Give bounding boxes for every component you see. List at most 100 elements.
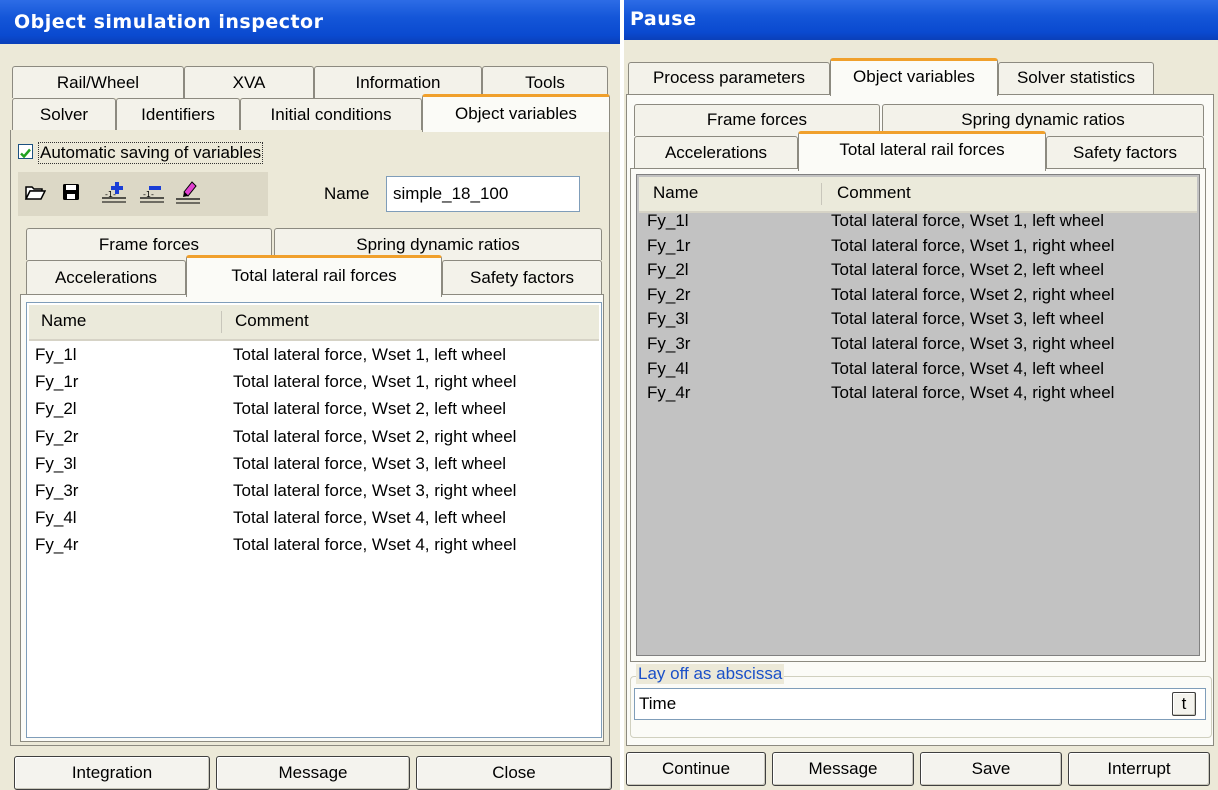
autosave-checkbox-row[interactable]: Automatic saving of variables — [16, 140, 336, 166]
variable-comment: Total lateral force, Wset 3, right wheel — [233, 481, 517, 500]
integration-button[interactable]: Integration — [14, 756, 210, 790]
column-separator[interactable] — [821, 183, 822, 205]
subtab-total-lateral-rail-forces[interactable]: Total lateral rail forces — [186, 255, 442, 297]
tab-object-variables[interactable]: Object variables — [830, 58, 998, 96]
list-item[interactable]: Fy_3l Total lateral force, Wset 3, left w… — [637, 309, 1199, 334]
tab-solver-statistics[interactable]: Solver statistics — [998, 62, 1154, 94]
pause-window: Pause Process parameters Object variable… — [624, 0, 1218, 790]
svg-text:-1-: -1- — [143, 190, 154, 199]
list-header: Name Comment — [639, 177, 1197, 213]
variable-name: Fy_2r — [35, 426, 79, 446]
variables-toolbar: -1- -1- — [18, 172, 268, 216]
variable-comment: Total lateral force, Wset 1, right wheel — [831, 235, 1115, 255]
variable-comment: Total lateral force, Wset 1, left wheel — [831, 211, 1105, 230]
column-header-name[interactable]: Name — [41, 311, 86, 331]
variable-name: Fy_3r — [647, 334, 691, 353]
tab-rail-wheel[interactable]: Rail/Wheel — [12, 66, 184, 98]
tab-initial-conditions[interactable]: Initial conditions — [240, 98, 422, 130]
variable-name: Fy_1l — [647, 211, 689, 230]
tab-xva[interactable]: XVA — [184, 66, 314, 98]
list-item[interactable]: Fy_1r Total lateral force, Wset 1, right … — [27, 372, 601, 399]
variable-name: Fy_3l — [647, 309, 689, 329]
list-item[interactable]: Fy_1l Total lateral force, Wset 1, left w… — [27, 345, 601, 372]
list-item[interactable]: Fy_2r Total lateral force, Wset 2, right … — [27, 427, 601, 454]
list-header: Name Comment — [29, 305, 599, 341]
variable-comment: Total lateral force, Wset 2, right wheel — [831, 284, 1115, 304]
list-item[interactable]: Fy_1l Total lateral force, Wset 1, left w… — [637, 211, 1199, 236]
save-icon[interactable] — [60, 182, 82, 204]
variable-name: Fy_4l — [35, 508, 77, 528]
subtab-safety-factors[interactable]: Safety factors — [1046, 136, 1204, 168]
variables-list[interactable]: Name Comment Fy_1l Total lateral force, W… — [636, 174, 1200, 656]
variable-name: Fy_1r — [35, 372, 79, 392]
tab-process-parameters[interactable]: Process parameters — [628, 62, 830, 94]
variable-comment: Total lateral force, Wset 4, right wheel — [233, 535, 517, 555]
variable-comment: Total lateral force, Wset 4, left wheel — [233, 508, 507, 528]
variable-comment: Total lateral force, Wset 3, left wheel — [233, 453, 507, 473]
subtab-accelerations[interactable]: Accelerations — [26, 260, 186, 294]
column-header-comment[interactable]: Comment — [235, 311, 309, 331]
variable-name: Fy_2l — [647, 260, 689, 280]
list-item[interactable]: Fy_4l Total lateral force, Wset 4, left w… — [637, 359, 1199, 384]
column-header-name[interactable]: Name — [653, 183, 698, 203]
variable-name: Fy_4r — [647, 383, 691, 403]
abscissa-select-button[interactable]: t — [1172, 692, 1196, 716]
interrupt-button[interactable]: Interrupt — [1068, 752, 1210, 786]
variable-comment: Total lateral force, Wset 1, right wheel — [233, 372, 517, 392]
abscissa-label: Lay off as abscissa — [636, 664, 785, 684]
column-header-comment[interactable]: Comment — [837, 183, 911, 203]
checkmark-icon — [20, 148, 31, 159]
tab-object-variables[interactable]: Object variables — [422, 94, 610, 132]
variable-name: Fy_2l — [35, 399, 77, 419]
list-item[interactable]: Fy_1r Total lateral force, Wset 1, right … — [637, 236, 1199, 261]
window-title: Pause — [624, 0, 1218, 40]
object-simulation-inspector-window: Object simulation inspector Rail/Wheel X… — [0, 0, 620, 790]
variable-name: Fy_2r — [647, 284, 691, 304]
variable-comment: Total lateral force, Wset 4, left wheel — [831, 358, 1105, 378]
message-button[interactable]: Message — [772, 752, 914, 786]
list-item[interactable]: Fy_2r Total lateral force, Wset 2, right … — [637, 285, 1199, 310]
list-item[interactable]: Fy_4r Total lateral force, Wset 4, right … — [27, 535, 601, 562]
name-input[interactable]: simple_18_100 — [386, 176, 580, 212]
edit-variable-icon[interactable] — [174, 178, 202, 204]
subtab-safety-factors[interactable]: Safety factors — [442, 260, 602, 294]
list-item[interactable]: Fy_4r Total lateral force, Wset 4, right … — [637, 383, 1199, 408]
subtab-accelerations[interactable]: Accelerations — [634, 136, 798, 168]
message-button[interactable]: Message — [216, 756, 410, 790]
close-button[interactable]: Close — [416, 756, 612, 790]
list-item[interactable]: Fy_4l Total lateral force, Wset 4, left w… — [27, 508, 601, 535]
variables-list[interactable]: Name Comment Fy_1l Total lateral force, W… — [26, 302, 602, 738]
variable-comment: Total lateral force, Wset 3, right wheel — [831, 334, 1115, 353]
continue-button[interactable]: Continue — [626, 752, 766, 786]
name-label: Name — [324, 184, 370, 203]
variable-name: Fy_3l — [35, 453, 77, 473]
variable-comment: Total lateral force, Wset 3, left wheel — [831, 309, 1105, 329]
autosave-checkbox[interactable] — [18, 144, 33, 159]
svg-text:-1-: -1- — [105, 190, 116, 199]
list-item[interactable]: Fy_3l Total lateral force, Wset 3, left w… — [27, 454, 601, 481]
column-separator[interactable] — [221, 311, 222, 333]
window-title: Object simulation inspector — [0, 0, 620, 44]
tab-identifiers[interactable]: Identifiers — [116, 98, 240, 130]
add-variable-icon[interactable]: -1- — [100, 180, 128, 203]
subtab-total-lateral-rail-forces[interactable]: Total lateral rail forces — [798, 131, 1046, 171]
variable-comment: Total lateral force, Wset 1, left wheel — [233, 345, 507, 364]
list-item[interactable]: Fy_3r Total lateral force, Wset 3, right … — [27, 481, 601, 508]
abscissa-input[interactable]: Time — [634, 688, 1206, 720]
save-button[interactable]: Save — [920, 752, 1062, 786]
list-item[interactable]: Fy_3r Total lateral force, Wset 3, right … — [637, 334, 1199, 359]
list-item[interactable]: Fy_2l Total lateral force, Wset 2, left w… — [637, 260, 1199, 285]
variable-name: Fy_4r — [35, 535, 79, 555]
list-item[interactable]: Fy_2l Total lateral force, Wset 2, left w… — [27, 399, 601, 426]
tab-solver[interactable]: Solver — [12, 98, 116, 130]
autosave-label: Automatic saving of variables — [38, 142, 264, 164]
variable-name: Fy_1r — [647, 235, 691, 255]
variable-name: Fy_1l — [35, 345, 77, 364]
variable-comment: Total lateral force, Wset 2, left wheel — [831, 260, 1105, 280]
variable-name: Fy_3r — [35, 481, 79, 500]
variable-comment: Total lateral force, Wset 2, left wheel — [233, 399, 507, 419]
variable-comment: Total lateral force, Wset 4, right wheel — [831, 383, 1115, 403]
remove-variable-icon[interactable]: -1- — [138, 180, 166, 203]
open-folder-icon[interactable] — [24, 182, 47, 204]
variable-comment: Total lateral force, Wset 2, right wheel — [233, 426, 517, 446]
